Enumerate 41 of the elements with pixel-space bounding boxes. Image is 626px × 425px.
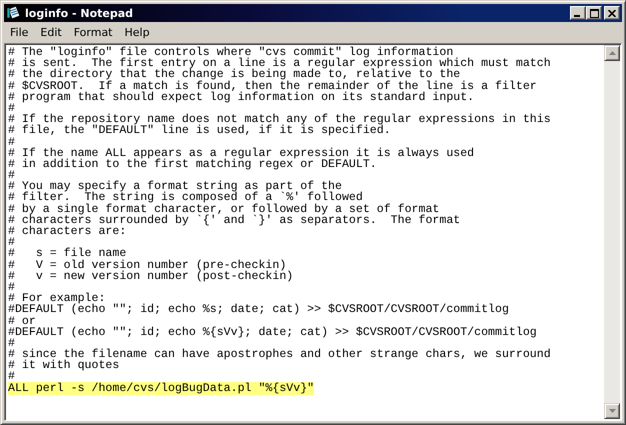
text-line: # or: [8, 314, 36, 328]
text-line: #DEFAULT (echo ""; id; echo %s; date; cat) >> $CVSROOT/CVSROOT/commitlog: [8, 303, 509, 316]
close-icon: [608, 10, 616, 16]
text-line: # V = old version number (pre-checkin): [8, 258, 286, 272]
scroll-up-button[interactable]: [604, 45, 620, 61]
text-line: #: [8, 280, 15, 294]
text-line: # the directory that the change is being made to, relative to the: [8, 68, 460, 82]
text-line: # characters surrounded by `{' and `}' as separators. The format: [8, 214, 460, 227]
text-line: #: [8, 169, 15, 182]
text-line: # If the name ALL appears as a regular expression it is always used: [8, 146, 474, 160]
maximize-button[interactable]: [586, 6, 602, 20]
menu-item[interactable]: File: [4, 26, 34, 39]
text-line: #: [8, 102, 15, 115]
text-line: #DEFAULT (echo ""; id; echo %{sVv}; date; cat) >> $CVSROOT/CVSROOT/commitlog: [8, 326, 537, 339]
menu-item[interactable]: Help: [118, 26, 156, 39]
text-line: # by a single format character, or followed by a set of format: [8, 202, 440, 216]
text-line: # file, the "DEFAULT" line is used, if it is specified.: [8, 124, 391, 138]
text-line: # s = file name: [8, 247, 126, 260]
text-line: #: [8, 236, 15, 250]
text-line: #: [8, 136, 15, 148]
notepad-icon: [6, 5, 22, 21]
text-line: # it with quotes: [8, 359, 120, 372]
text-line: # The "loginfo" file controls where "cvs commit" log information: [8, 46, 454, 59]
text-line: # v = new version number (post-checkin): [8, 270, 294, 283]
vertical-scrollbar[interactable]: [604, 45, 620, 419]
text-line: # filter. The string is composed of a `%' followed: [8, 191, 363, 204]
text-line: #: [8, 336, 15, 350]
up-arrow-icon: [608, 51, 616, 55]
down-arrow-icon: [608, 409, 616, 413]
scroll-down-button[interactable]: [604, 403, 620, 419]
menu-item[interactable]: Format: [68, 26, 118, 39]
menu-item[interactable]: Edit: [34, 26, 68, 39]
text-line: # program that should expect log information on its standard input.: [8, 90, 474, 104]
text-line: # in addition to the first matching regex or DEFAULT.: [8, 158, 377, 171]
minimize-button[interactable]: [570, 6, 586, 20]
text-line: # characters are:: [8, 225, 126, 238]
window-title: loginfo - Notepad: [25, 6, 134, 20]
text-line: # $CVSROOT. If a match is found, then the remainder of the line is a filter: [8, 80, 537, 93]
maximize-icon: [590, 8, 598, 18]
close-button[interactable]: [604, 6, 620, 20]
text-line: #: [8, 370, 15, 384]
